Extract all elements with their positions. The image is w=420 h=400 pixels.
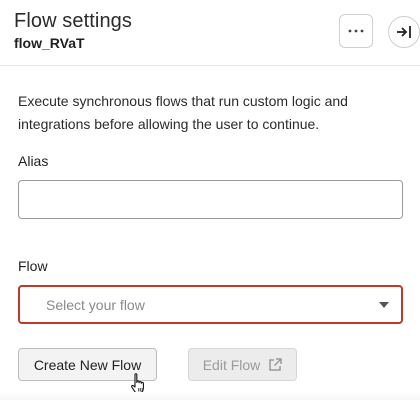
- edit-flow-button[interactable]: Edit Flow: [188, 348, 297, 381]
- flow-label: Flow: [18, 258, 48, 274]
- panel-header: Flow settings flow_RVaT: [0, 0, 420, 66]
- panel-title: Flow settings: [14, 10, 133, 32]
- chevron-down-icon: [379, 302, 389, 308]
- more-options-button[interactable]: [339, 14, 373, 48]
- flow-settings-panel: Flow settings flow_RVaT Execute synchron…: [0, 0, 420, 400]
- ellipsis-icon: [348, 29, 364, 33]
- alias-label: Alias: [18, 153, 49, 169]
- collapse-panel-icon: [397, 26, 411, 38]
- flow-id: flow_RVaT: [14, 35, 85, 51]
- flow-select-placeholder: Select your flow: [46, 297, 145, 313]
- bottom-divider: [0, 392, 420, 400]
- flow-description: Execute synchronous flows that run custo…: [18, 93, 348, 132]
- edit-flow-label: Edit Flow: [202, 356, 261, 373]
- collapse-panel-button[interactable]: [388, 16, 420, 48]
- create-new-flow-label: Create New Flow: [33, 356, 142, 373]
- alias-input[interactable]: [18, 180, 403, 219]
- flow-select[interactable]: Select your flow: [18, 285, 403, 324]
- external-link-icon: [268, 357, 283, 372]
